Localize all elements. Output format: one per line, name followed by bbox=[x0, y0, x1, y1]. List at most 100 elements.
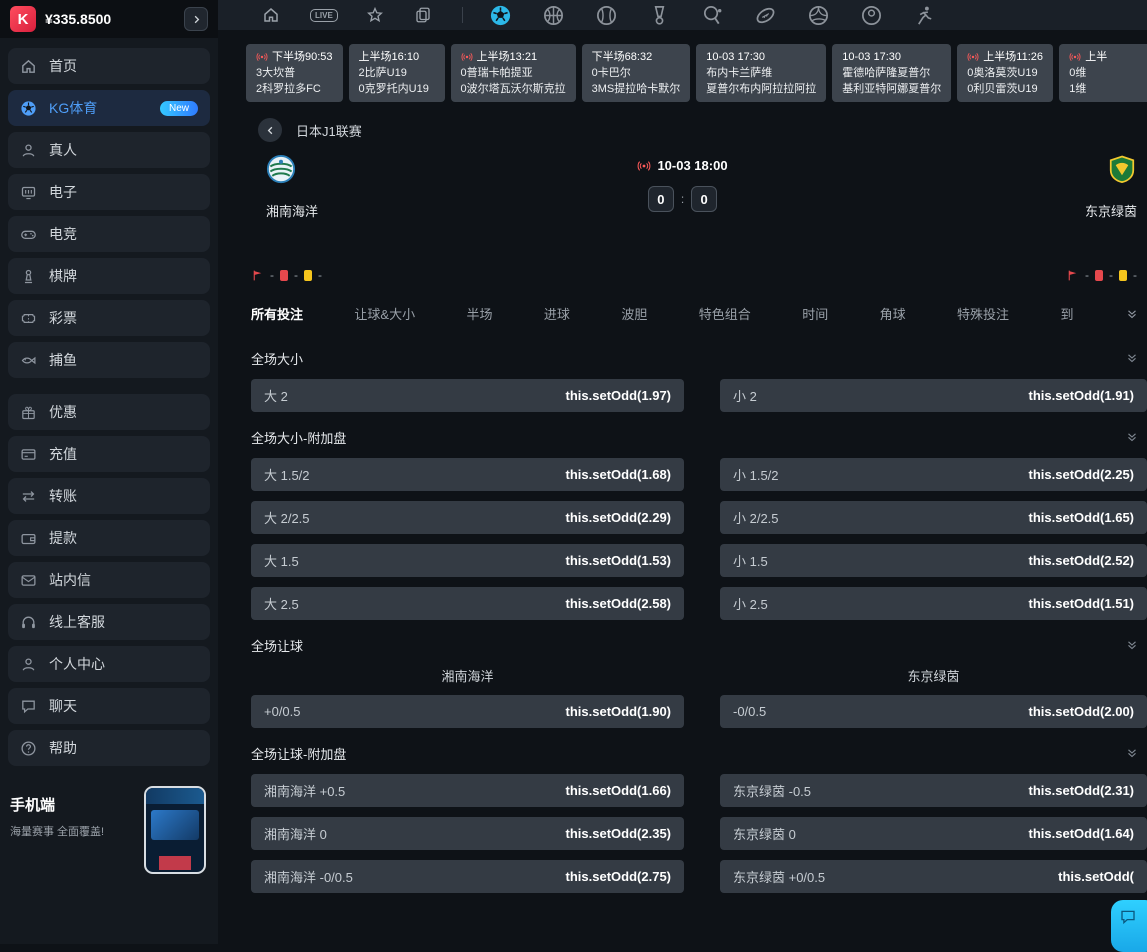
brand-logo[interactable]: K bbox=[10, 6, 36, 32]
odds-button[interactable]: 小 2.5this.setOdd(1.51) bbox=[720, 587, 1147, 620]
sidebar-item-esports[interactable]: 电竞 bbox=[8, 216, 210, 252]
sidebar-item-transfer[interactable]: 转账 bbox=[8, 478, 210, 514]
match-card[interactable]: 上半场16:102比萨U190克罗托内U19 bbox=[349, 44, 445, 102]
match-card-team2: 夏普尔布内阿拉拉阿拉 bbox=[706, 81, 816, 97]
bet-label: 小 1.5 bbox=[733, 551, 768, 570]
bet-odd: this.setOdd(2.75) bbox=[566, 869, 671, 884]
bet-section-title: 全场大小-附加盘 bbox=[251, 428, 346, 447]
billiards-sport-icon[interactable] bbox=[860, 4, 883, 27]
sidebar-item-label: 电子 bbox=[49, 182, 77, 202]
help-icon bbox=[20, 740, 37, 757]
tab-goals[interactable]: 进球 bbox=[544, 304, 570, 323]
table-tennis-sport-icon[interactable] bbox=[701, 4, 724, 27]
sidebar-item-deposit[interactable]: 充值 bbox=[8, 436, 210, 472]
athletics-sport-icon[interactable] bbox=[913, 4, 936, 27]
odds-button[interactable]: 大 2.5this.setOdd(2.58) bbox=[251, 587, 684, 620]
sidebar-item-kg-sports[interactable]: KG体育New bbox=[8, 90, 210, 126]
odds-button[interactable]: 小 1.5/2this.setOdd(2.25) bbox=[720, 458, 1147, 491]
tabs-more-button[interactable] bbox=[1125, 307, 1139, 321]
odds-button[interactable]: 小 1.5this.setOdd(2.52) bbox=[720, 544, 1147, 577]
sidebar-item-inbox[interactable]: 站内信 bbox=[8, 562, 210, 598]
card-icon bbox=[20, 446, 37, 463]
matches-list-icon[interactable] bbox=[414, 6, 432, 24]
sidebar-item-home[interactable]: 首页 bbox=[8, 48, 210, 84]
fish-icon bbox=[20, 352, 37, 369]
bet-label: 东京绿茵 -0.5 bbox=[733, 781, 811, 800]
tab-time[interactable]: 时间 bbox=[802, 304, 828, 323]
tab-corners[interactable]: 角球 bbox=[880, 304, 906, 323]
odds-button[interactable]: 湘南海洋 0this.setOdd(2.35) bbox=[251, 817, 684, 850]
sidebar-item-label: 聊天 bbox=[49, 696, 77, 716]
tab-handicap-ou[interactable]: 让球&大小 bbox=[354, 304, 415, 323]
odds-button[interactable]: 小 2/2.5this.setOdd(1.65) bbox=[720, 501, 1147, 534]
bet-sections: 全场大小大 2this.setOdd(1.97)小 2this.setOdd(1… bbox=[251, 343, 1147, 893]
tab-partial[interactable]: 到 bbox=[1060, 304, 1073, 323]
sidebar-item-label: 个人中心 bbox=[49, 654, 105, 674]
mobile-promo[interactable]: 手机端 海量赛事 全面覆盖! bbox=[10, 790, 208, 882]
match-card[interactable]: 下半场90:533大坎普2科罗拉多FC bbox=[246, 44, 343, 102]
collapse-section-button[interactable] bbox=[1125, 638, 1139, 652]
odds-button[interactable]: +0/0.5this.setOdd(1.90) bbox=[251, 695, 684, 728]
sidebar-item-chat[interactable]: 聊天 bbox=[8, 688, 210, 724]
odds-button[interactable]: 湘南海洋 -0/0.5this.setOdd(2.75) bbox=[251, 860, 684, 893]
collapse-section-button[interactable] bbox=[1125, 351, 1139, 365]
match-card[interactable]: 上半场11:260奥洛莫茨U190利贝雷茨U19 bbox=[957, 44, 1053, 102]
sidebar-item-lottery[interactable]: 彩票 bbox=[8, 300, 210, 336]
sidebar-item-profile[interactable]: 个人中心 bbox=[8, 646, 210, 682]
favorites-star-icon[interactable] bbox=[366, 6, 384, 24]
tab-half[interactable]: 半场 bbox=[467, 304, 493, 323]
collapse-section-button[interactable] bbox=[1125, 746, 1139, 760]
bet-odd: this.setOdd(1.91) bbox=[1029, 388, 1134, 403]
tab-special-combo[interactable]: 特色组合 bbox=[699, 304, 751, 323]
odds-button[interactable]: 大 2/2.5this.setOdd(2.29) bbox=[251, 501, 684, 534]
tab-all-bets[interactable]: 所有投注 bbox=[251, 304, 303, 323]
sidebar-item-live-casino[interactable]: 真人 bbox=[8, 132, 210, 168]
sports-icon-list bbox=[489, 4, 936, 27]
rugby-sport-icon[interactable] bbox=[754, 4, 777, 27]
sidebar-item-slots[interactable]: 电子 bbox=[8, 174, 210, 210]
match-card[interactable]: 上半0维1维 bbox=[1059, 44, 1147, 102]
collapse-section-button[interactable] bbox=[1125, 430, 1139, 444]
balance-bar: K ¥335.8500 bbox=[0, 0, 218, 38]
sidebar-item-fishing[interactable]: 捕鱼 bbox=[8, 342, 210, 378]
odds-button[interactable]: 东京绿茵 -0.5this.setOdd(2.31) bbox=[720, 774, 1147, 807]
sidebar-item-help[interactable]: 帮助 bbox=[8, 730, 210, 766]
odds-button[interactable]: 大 2this.setOdd(1.97) bbox=[251, 379, 684, 412]
sidebar-item-promotions[interactable]: 优惠 bbox=[8, 394, 210, 430]
match-card[interactable]: 10-03 17:30布内卡兰萨维夏普尔布内阿拉拉阿拉 bbox=[696, 44, 826, 102]
back-button[interactable] bbox=[258, 118, 282, 142]
sidebar-item-board-games[interactable]: 棋牌 bbox=[8, 258, 210, 294]
odds-button[interactable]: 大 1.5this.setOdd(1.53) bbox=[251, 544, 684, 577]
sidebar-item-online-service[interactable]: 线上客服 bbox=[8, 604, 210, 640]
headset-icon bbox=[20, 614, 37, 631]
volleyball-sport-icon[interactable] bbox=[807, 4, 830, 27]
double-chevron-down-icon bbox=[1125, 638, 1139, 652]
sidebar-item-withdraw[interactable]: 提款 bbox=[8, 520, 210, 556]
soccer-sport-icon[interactable] bbox=[489, 4, 512, 27]
odds-button[interactable]: 大 1.5/2this.setOdd(1.68) bbox=[251, 458, 684, 491]
live-nav-chip[interactable]: LIVE bbox=[310, 9, 338, 22]
double-chevron-down-icon bbox=[1125, 351, 1139, 365]
odds-button[interactable]: 小 2this.setOdd(1.91) bbox=[720, 379, 1147, 412]
odds-button[interactable]: 东京绿茵 +0/0.5this.setOdd( bbox=[720, 860, 1147, 893]
tab-correct-score[interactable]: 波胆 bbox=[621, 304, 647, 323]
bet-label: 大 2 bbox=[264, 386, 288, 405]
sidebar-item-label: 提款 bbox=[49, 528, 77, 548]
basketball-sport-icon[interactable] bbox=[542, 4, 565, 27]
transfer-icon bbox=[20, 488, 37, 505]
bet-label: 东京绿茵 0 bbox=[733, 824, 796, 843]
bet-section: 全场让球湘南海洋东京绿茵+0/0.5this.setOdd(1.90)-0/0.… bbox=[251, 630, 1147, 728]
match-card[interactable]: 上半场13:210普瑞卡帕提亚0波尔塔瓦沃尔斯克拉 bbox=[451, 44, 576, 102]
odds-button[interactable]: 湘南海洋 +0.5this.setOdd(1.66) bbox=[251, 774, 684, 807]
home-nav-icon[interactable] bbox=[262, 6, 280, 24]
odds-button[interactable]: 东京绿茵 0this.setOdd(1.64) bbox=[720, 817, 1147, 850]
sidebar-collapse-button[interactable] bbox=[184, 7, 208, 31]
match-card[interactable]: 10-03 17:30霍德哈萨隆夏普尔基利亚特阿娜夏普尔 bbox=[832, 44, 951, 102]
badminton-sport-icon[interactable] bbox=[648, 4, 671, 27]
chat-support-fab[interactable] bbox=[1111, 900, 1147, 952]
match-card-team1: 0维 bbox=[1069, 65, 1145, 81]
match-card[interactable]: 下半场68:320卡巴尔3MS提拉哈卡默尔 bbox=[582, 44, 691, 102]
tab-special-bets[interactable]: 特殊投注 bbox=[957, 304, 1009, 323]
baseball-sport-icon[interactable] bbox=[595, 4, 618, 27]
odds-button[interactable]: -0/0.5this.setOdd(2.00) bbox=[720, 695, 1147, 728]
